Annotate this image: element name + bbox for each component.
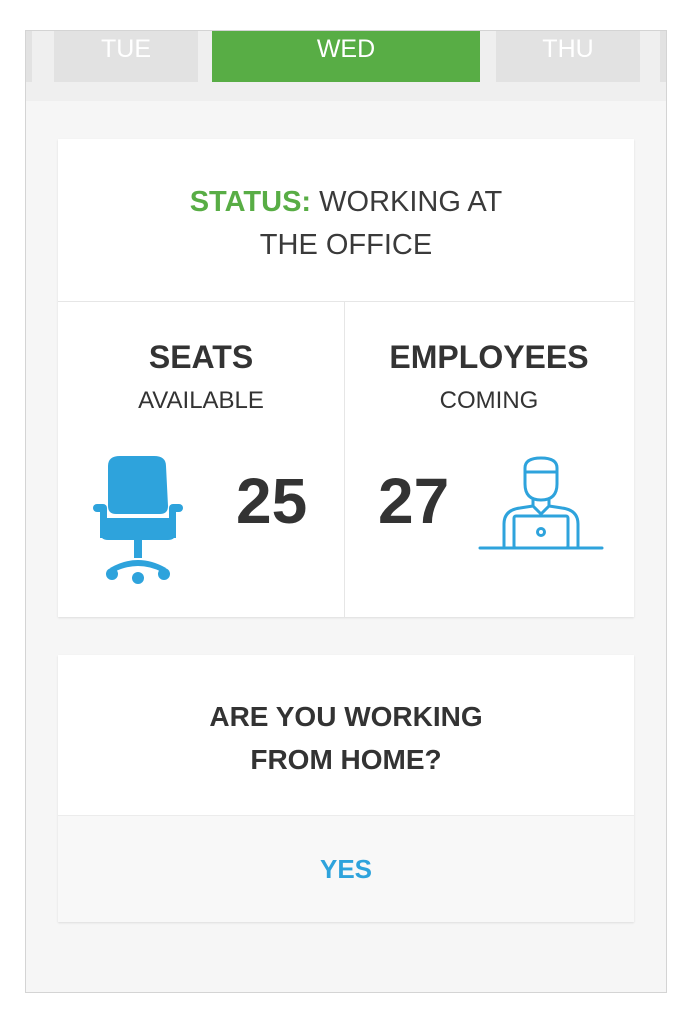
day-tabs: TUE WED THU — [26, 31, 666, 101]
employees-count: 27 — [378, 465, 450, 537]
divider — [58, 301, 634, 302]
status-line: STATUS: WORKING AT THE OFFICE — [58, 139, 634, 301]
employees-subtitle: COMING — [439, 387, 539, 414]
question-label: ARE YOU WORKING FROM HOME? — [209, 701, 483, 775]
seats-count: 25 — [236, 465, 308, 537]
divider — [344, 302, 345, 617]
tab-wednesday[interactable]: WED — [212, 31, 480, 82]
day-tab-previous-edge[interactable] — [26, 31, 32, 82]
employees-title: EMPLOYEES — [389, 339, 589, 375]
person-at-laptop-icon — [478, 456, 604, 550]
tab-thursday[interactable]: THU — [496, 31, 640, 82]
seats-subtitle: AVAILABLE — [138, 387, 264, 414]
question-text: ARE YOU WORKING FROM HOME? — [58, 655, 634, 815]
seats-title: SEATS — [148, 339, 254, 375]
yes-area[interactable]: YES — [58, 815, 634, 922]
yes-button[interactable]: YES — [320, 854, 372, 884]
office-chair-icon — [93, 456, 183, 584]
app-frame: TUE WED THU STATUS: WORKING AT THE OFFIC… — [25, 30, 667, 993]
tab-tuesday[interactable]: TUE — [54, 31, 198, 82]
day-tab-next-edge[interactable] — [660, 31, 666, 82]
office-status-card: STATUS: WORKING AT THE OFFICE SEATS AVAI… — [58, 139, 634, 617]
status-label: STATUS: — [189, 186, 312, 218]
work-from-home-card: ARE YOU WORKING FROM HOME? YES — [58, 655, 634, 922]
